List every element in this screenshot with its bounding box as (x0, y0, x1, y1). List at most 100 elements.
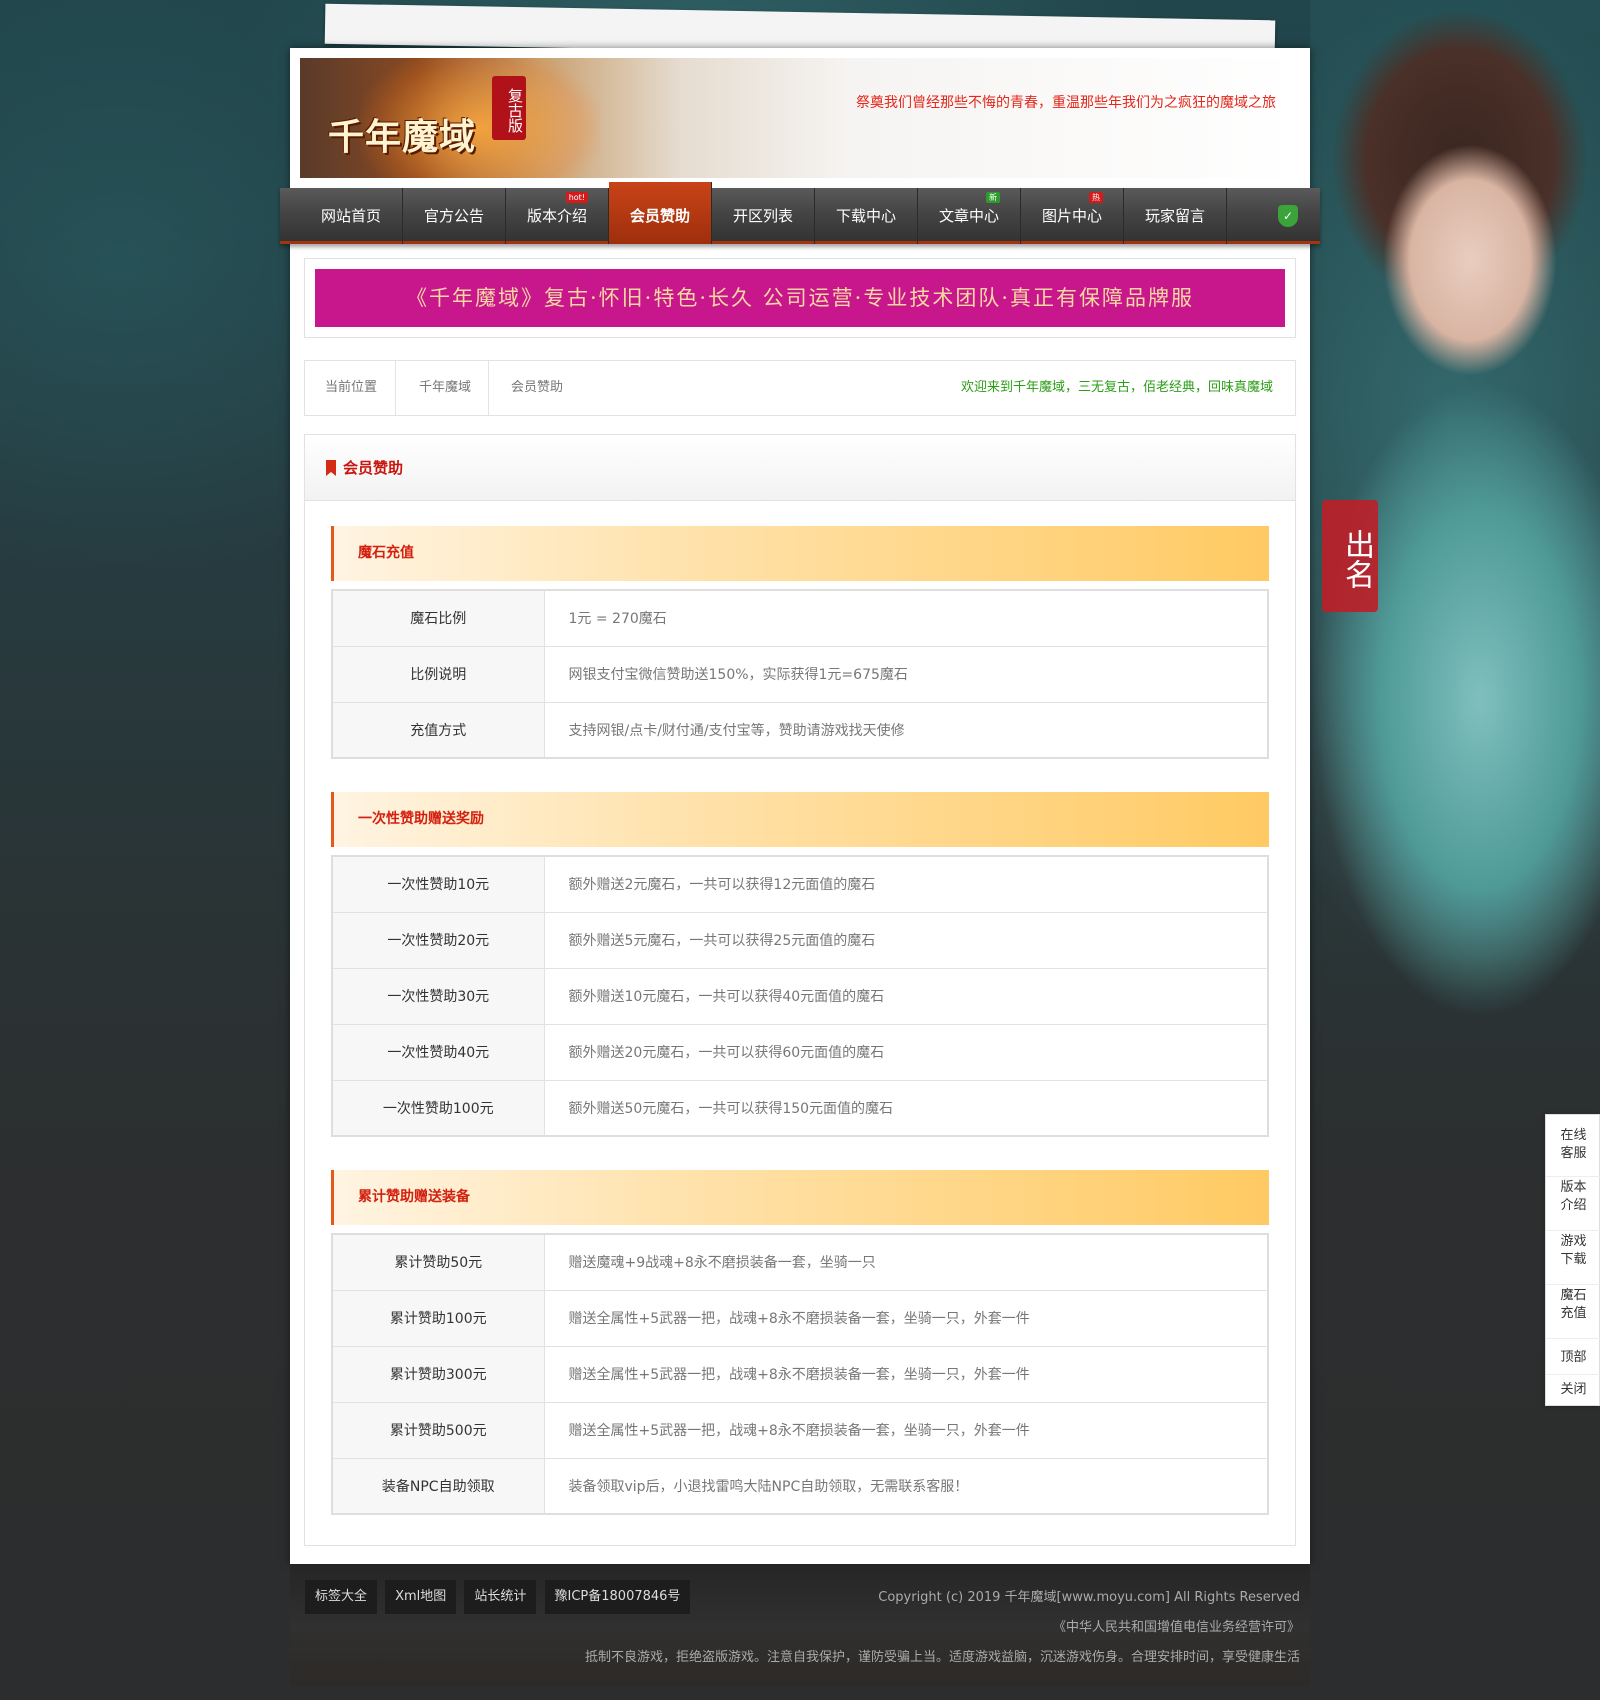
footer-link-icp[interactable]: 豫ICP备18007846号 (544, 1580, 691, 1614)
breadcrumb-divider (488, 361, 489, 415)
promo-box: 《千年魔域》复古·怀旧·特色·长久 公司运营·专业技术团队·真正有保障品牌服 (304, 258, 1296, 338)
hot-badge: hot! (565, 192, 588, 203)
float-item-recharge[interactable]: 魔石充值 (1546, 1287, 1600, 1339)
row-key: 装备NPC自助领取 (332, 1458, 545, 1515)
footer-links: 标签大全 Xml地图 站长统计 豫ICP备18007846号 (305, 1580, 693, 1614)
content-panel: 会员赞助 魔石充值 魔石比例 1元 = 270魔石 比例说明 网银支付宝微信赞助送1… (304, 434, 1296, 1546)
footer-copyright: Copyright (c) 2019 千年魔域[www.moyu.com] Al… (878, 1590, 1300, 1605)
row-value: 赠送全属性+5武器一把，战魂+8永不磨损装备一套，坐骑一只，外套一件 (544, 1402, 1268, 1459)
float-item-close[interactable]: 关闭 (1546, 1377, 1600, 1405)
table-row: 充值方式 支持网银/点卡/财付通/支付宝等，赞助请游戏找天使修 (332, 702, 1268, 759)
table-row: 一次性赞助100元 额外赠送50元魔石，一共可以获得150元面值的魔石 (332, 1080, 1268, 1137)
row-key: 累计赞助100元 (332, 1290, 545, 1347)
table-row: 累计赞助100元 赠送全属性+5武器一把，战魂+8永不磨损装备一套，坐骑一只，外套… (332, 1290, 1268, 1347)
nav-label: 官方公告 (423, 207, 484, 225)
nav-item-gallery[interactable]: 图片中心 热 (1021, 188, 1124, 244)
table-row: 一次性赞助10元 额外赠送2元魔石，一共可以获得12元面值的魔石 (332, 856, 1268, 913)
float-item-download[interactable]: 游戏下载 (1546, 1233, 1600, 1285)
footer-license[interactable]: 《中华人民共和国增值电信业务经营许可》 (1053, 1616, 1300, 1635)
nav-label: 下载中心 (835, 207, 896, 225)
section-header: 魔石充值 (331, 526, 1269, 581)
nav-item-articles[interactable]: 文章中心 新 (918, 188, 1021, 244)
welcome-text: 欢迎来到千年魔域，三无复古，佰老经典，回味真魔域 (960, 380, 1273, 395)
hot-badge: 热 (1089, 192, 1103, 203)
info-table: 魔石比例 1元 = 270魔石 比例说明 网银支付宝微信赞助送150%，实际获得1元… (331, 589, 1269, 759)
nav-label: 会员赞助 (629, 207, 690, 225)
row-value: 额外赠送10元魔石，一共可以获得40元面值的魔石 (544, 968, 1268, 1025)
header-banner: 千年魔域 复古版 祭奠我们曾经那些不悔的青春，重温那些年我们为之疯狂的魔域之旅 (300, 58, 1300, 178)
row-value: 额外赠送2元魔石，一共可以获得12元面值的魔石 (544, 856, 1268, 913)
table-row: 一次性赞助40元 额外赠送20元魔石，一共可以获得60元面值的魔石 (332, 1024, 1268, 1081)
nav-item-home[interactable]: 网站首页 (300, 188, 403, 244)
row-key: 魔石比例 (332, 590, 545, 647)
breadcrumb-link-current[interactable]: 会员赞助 (511, 361, 563, 415)
footer-link-stats[interactable]: 站长统计 (464, 1580, 537, 1614)
section-header: 一次性赞助赠送奖励 (331, 792, 1269, 847)
nav-label: 玩家留言 (1144, 207, 1205, 225)
page-container: 千年魔域 复古版 祭奠我们曾经那些不悔的青春，重温那些年我们为之疯狂的魔域之旅 … (280, 48, 1320, 1564)
row-key: 一次性赞助10元 (332, 856, 545, 913)
float-sidebar: 在线客服 版本介绍 游戏下载 魔石充值 顶部 关闭 (1545, 1114, 1600, 1406)
nav-item-server-list[interactable]: 开区列表 (712, 188, 815, 244)
info-table: 累计赞助50元 赠送魔魂+9战魂+8永不磨损装备一套，坐骑一只 累计赞助100元赠… (331, 1233, 1269, 1515)
row-value: 装备领取vip后，小退找雷鸣大陆NPC自助领取，无需联系客服！ (544, 1458, 1268, 1515)
art-seal: 出名 (1322, 500, 1378, 612)
table-row: 累计赞助300元 赠送全属性+5武器一把，战魂+8永不磨损装备一套，坐骑一只，外套… (332, 1346, 1268, 1403)
footer: 标签大全 Xml地图 站长统计 豫ICP备18007846号 Copyright… (290, 1566, 1310, 1686)
float-item-version[interactable]: 版本介绍 (1546, 1179, 1600, 1231)
nav-label: 版本介绍 (526, 207, 587, 225)
breadcrumb-link-home[interactable]: 千年魔域 (419, 361, 471, 415)
table-row: 一次性赞助30元 额外赠送10元魔石，一共可以获得40元面值的魔石 (332, 968, 1268, 1025)
site-logo[interactable]: 千年魔域 (328, 108, 476, 160)
nav-item-sponsor[interactable]: 会员赞助 (609, 182, 712, 244)
row-key: 累计赞助50元 (332, 1234, 545, 1291)
row-value: 额外赠送5元魔石，一共可以获得25元面值的魔石 (544, 912, 1268, 969)
breadcrumb-label: 当前位置 (325, 380, 378, 395)
shield-icon[interactable]: ✓ (1278, 205, 1298, 227)
section-title: 一次性赞助赠送奖励 (358, 811, 484, 827)
section-title: 魔石充值 (358, 545, 414, 561)
nav-item-version[interactable]: 版本介绍 hot! (506, 188, 609, 244)
breadcrumb: 当前位置 千年魔域 会员赞助 欢迎来到千年魔域，三无复古，佰老经典，回味真魔域 (304, 360, 1296, 416)
row-value: 赠送全属性+5武器一把，战魂+8永不磨损装备一套，坐骑一只，外套一件 (544, 1290, 1268, 1347)
row-key: 一次性赞助30元 (332, 968, 545, 1025)
breadcrumb-divider (395, 361, 396, 415)
logo-seal: 复古版 (492, 76, 526, 140)
table-row: 魔石比例 1元 = 270魔石 (332, 590, 1268, 647)
row-value: 1元 = 270魔石 (544, 590, 1268, 647)
panel-title: 会员赞助 (343, 459, 404, 477)
nav-label: 开区列表 (732, 207, 793, 225)
row-key: 一次性赞助100元 (332, 1080, 545, 1137)
row-value: 支持网银/点卡/财付通/支付宝等，赞助请游戏找天使修 (544, 702, 1268, 759)
table-row: 一次性赞助20元 额外赠送5元魔石，一共可以获得25元面值的魔石 (332, 912, 1268, 969)
header-slogan: 祭奠我们曾经那些不悔的青春，重温那些年我们为之疯狂的魔域之旅 (856, 95, 1276, 111)
main-nav: 网站首页 官方公告 版本介绍 hot! 会员赞助 开区列表 下载中心 文章中心新 … (280, 182, 1320, 244)
table-row: 累计赞助500元 赠送全属性+5武器一把，战魂+8永不磨损装备一套，坐骑一只，外套… (332, 1402, 1268, 1459)
row-key: 充值方式 (332, 702, 545, 759)
nav-item-guestbook[interactable]: 玩家留言 (1124, 188, 1227, 244)
nav-label: 文章中心 (938, 207, 999, 225)
table-row: 比例说明 网银支付宝微信赞助送150%，实际获得1元=675魔石 (332, 646, 1268, 703)
footer-link-sitemap[interactable]: Xml地图 (385, 1580, 457, 1614)
row-value: 赠送全属性+5武器一把，战魂+8永不磨损装备一套，坐骑一只，外套一件 (544, 1346, 1268, 1403)
row-value: 网银支付宝微信赞助送150%，实际获得1元=675魔石 (544, 646, 1268, 703)
section-header: 累计赞助赠送装备 (331, 1170, 1269, 1225)
nav-item-downloads[interactable]: 下载中心 (815, 188, 918, 244)
row-key: 一次性赞助40元 (332, 1024, 545, 1081)
row-value: 赠送魔魂+9战魂+8永不磨损装备一套，坐骑一只 (544, 1234, 1268, 1291)
panel-header: 会员赞助 (305, 435, 1295, 501)
nav-item-announcements[interactable]: 官方公告 (403, 188, 506, 244)
info-table: 一次性赞助10元 额外赠送2元魔石，一共可以获得12元面值的魔石 一次性赞助20元… (331, 855, 1269, 1137)
float-item-support[interactable]: 在线客服 (1546, 1127, 1600, 1177)
nav-label: 网站首页 (320, 207, 381, 225)
row-value: 额外赠送50元魔石，一共可以获得150元面值的魔石 (544, 1080, 1268, 1137)
footer-link-tags[interactable]: 标签大全 (305, 1580, 378, 1614)
float-item-top[interactable]: 顶部 (1546, 1341, 1600, 1375)
table-row: 装备NPC自助领取 装备领取vip后，小退找雷鸣大陆NPC自助领取，无需联系客服！ (332, 1458, 1268, 1515)
promo-banner[interactable]: 《千年魔域》复古·怀旧·特色·长久 公司运营·专业技术团队·真正有保障品牌服 (315, 269, 1285, 327)
row-key: 一次性赞助20元 (332, 912, 545, 969)
table-row: 累计赞助50元 赠送魔魂+9战魂+8永不磨损装备一套，坐骑一只 (332, 1234, 1268, 1291)
row-value: 额外赠送20元魔石，一共可以获得60元面值的魔石 (544, 1024, 1268, 1081)
new-badge: 新 (986, 192, 1000, 203)
section-title: 累计赞助赠送装备 (358, 1189, 470, 1205)
